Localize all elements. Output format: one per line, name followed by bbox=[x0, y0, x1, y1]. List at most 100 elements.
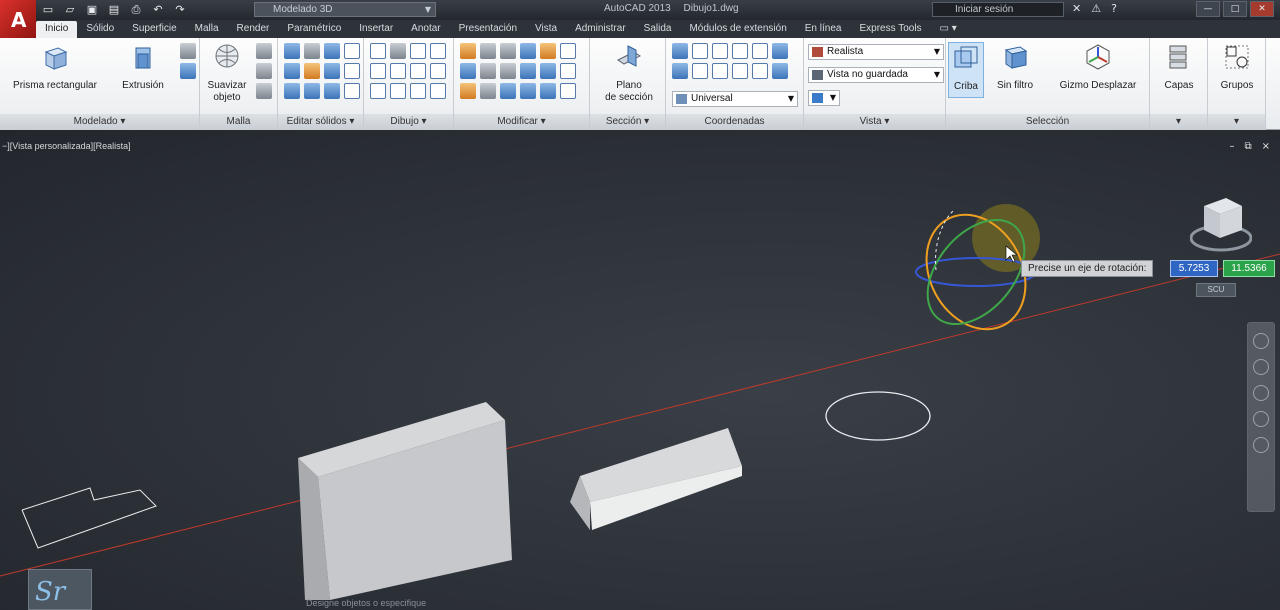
ucs-icon[interactable] bbox=[672, 43, 688, 59]
open-icon[interactable]: ▱ bbox=[62, 2, 78, 17]
dynamic-input-field-1[interactable]: 5.7253 bbox=[1170, 260, 1218, 277]
more-dropdown-icon[interactable] bbox=[344, 43, 360, 59]
tab-módulos-de-extensión[interactable]: Módulos de extensión bbox=[680, 21, 795, 38]
tab-anotar[interactable]: Anotar bbox=[402, 21, 449, 38]
polygon-icon[interactable] bbox=[370, 83, 386, 99]
dynamic-input-field-2[interactable]: 11.5366 bbox=[1223, 260, 1275, 277]
showmotion-icon[interactable] bbox=[1253, 437, 1269, 453]
minimize-button[interactable]: — bbox=[1196, 1, 1220, 17]
wcs-menu[interactable]: SCU bbox=[1196, 283, 1236, 297]
steering-wheel-icon[interactable] bbox=[1253, 333, 1269, 349]
exchange-icon[interactable]: ✕ bbox=[1072, 2, 1081, 15]
layers-button[interactable]: Capas bbox=[1154, 42, 1204, 92]
circle-icon[interactable] bbox=[410, 63, 426, 79]
ucs-face-icon[interactable] bbox=[672, 63, 688, 79]
tab-vista[interactable]: Vista bbox=[526, 21, 566, 38]
help-icon[interactable]: ? bbox=[1111, 2, 1117, 15]
explode-icon[interactable] bbox=[460, 83, 476, 99]
tab-inicio[interactable]: Inicio bbox=[36, 21, 78, 38]
ucs-origin-icon[interactable] bbox=[712, 43, 728, 59]
panel-title[interactable]: Modelado ▾ bbox=[0, 114, 199, 130]
section-plane-button[interactable]: Plano de sección bbox=[596, 42, 662, 104]
arc-icon[interactable] bbox=[410, 43, 426, 59]
trim-icon[interactable] bbox=[540, 43, 556, 59]
ucs-world-icon[interactable] bbox=[692, 43, 708, 59]
mesh-tool-3-icon[interactable] bbox=[256, 83, 272, 99]
tab-sólido[interactable]: Sólido bbox=[77, 21, 123, 38]
thicken-icon[interactable] bbox=[304, 83, 320, 99]
intersect-icon[interactable] bbox=[284, 83, 300, 99]
spline-icon[interactable] bbox=[370, 63, 386, 79]
tab-render[interactable]: Render bbox=[228, 21, 279, 38]
plot-icon[interactable]: ⎙ bbox=[128, 2, 144, 17]
extrude-button[interactable]: Extrusión bbox=[112, 42, 174, 92]
mesh-tool-1-icon[interactable] bbox=[256, 43, 272, 59]
panel-title[interactable]: Selección bbox=[946, 114, 1149, 130]
more-dropdown-icon[interactable] bbox=[430, 83, 446, 99]
3d-mirror-icon[interactable] bbox=[520, 83, 536, 99]
orbit-icon[interactable] bbox=[1253, 411, 1269, 427]
move-icon[interactable] bbox=[500, 43, 516, 59]
mesh-tool-2-icon[interactable] bbox=[256, 63, 272, 79]
application-menu-button[interactable] bbox=[0, 0, 36, 40]
signin-field[interactable]: Iniciar sesión bbox=[932, 2, 1064, 17]
panel-title[interactable]: Malla bbox=[200, 114, 277, 130]
box-button[interactable]: Prisma rectangular bbox=[6, 42, 104, 92]
tab-superficie[interactable]: Superficie bbox=[123, 21, 185, 38]
polyline-icon[interactable] bbox=[390, 43, 406, 59]
redo-icon[interactable]: ↷ bbox=[172, 2, 188, 17]
ucs-object-icon[interactable] bbox=[692, 63, 708, 79]
more-dropdown-icon[interactable] bbox=[430, 63, 446, 79]
tab-overflow-icon[interactable]: ▭ ▾ bbox=[931, 21, 966, 38]
ucs-z-icon[interactable] bbox=[752, 63, 768, 79]
interfere-icon[interactable] bbox=[304, 43, 320, 59]
drawing-viewport[interactable]: −][Vista personalizada][Realista] – ⧉ × bbox=[0, 130, 1280, 610]
subtract-icon[interactable] bbox=[284, 63, 300, 79]
copy-icon[interactable] bbox=[520, 43, 536, 59]
presspull-icon[interactable] bbox=[180, 43, 196, 59]
zoom-icon[interactable] bbox=[1253, 385, 1269, 401]
new-icon[interactable]: ▭ bbox=[40, 2, 56, 17]
more-dropdown-icon[interactable] bbox=[560, 83, 576, 99]
3d-align-icon[interactable] bbox=[500, 83, 516, 99]
line-icon[interactable] bbox=[370, 43, 386, 59]
rectangle-icon[interactable] bbox=[390, 83, 406, 99]
smooth-object-button[interactable]: Suavizar objeto bbox=[204, 42, 250, 104]
ellipse-icon[interactable] bbox=[410, 83, 426, 99]
more-dropdown-icon[interactable] bbox=[430, 43, 446, 59]
more-dropdown-icon[interactable] bbox=[560, 63, 576, 79]
panel-title[interactable]: Coordenadas bbox=[666, 114, 803, 130]
panel-title[interactable]: Vista ▾ bbox=[804, 114, 945, 130]
more-dropdown-icon[interactable] bbox=[344, 83, 360, 99]
rotate-icon[interactable] bbox=[480, 43, 496, 59]
groups-button[interactable]: Grupos bbox=[1212, 42, 1262, 92]
extract-edges-icon[interactable] bbox=[324, 43, 340, 59]
pan-icon[interactable] bbox=[1253, 359, 1269, 375]
separate-icon[interactable] bbox=[324, 83, 340, 99]
panel-expand[interactable]: ▾ bbox=[1150, 114, 1207, 130]
viewcube[interactable] bbox=[1190, 192, 1252, 254]
panel-title[interactable]: Sección ▾ bbox=[590, 114, 665, 130]
culling-button[interactable]: Criba bbox=[948, 42, 984, 98]
polyline-outline[interactable] bbox=[21, 487, 157, 549]
slice-icon[interactable] bbox=[304, 63, 320, 79]
circle-outline[interactable] bbox=[825, 391, 931, 441]
ucs-3point-icon[interactable] bbox=[732, 43, 748, 59]
saveas-icon[interactable]: ▤ bbox=[106, 2, 122, 17]
ucs-y-icon[interactable] bbox=[732, 63, 748, 79]
erase-icon[interactable] bbox=[480, 83, 496, 99]
viewport-config-combo[interactable]: ▼ bbox=[808, 90, 840, 106]
tab-malla[interactable]: Malla bbox=[186, 21, 228, 38]
scale-icon[interactable] bbox=[460, 43, 476, 59]
workspace-select[interactable]: Modelado 3D ▼ bbox=[254, 2, 436, 17]
warning-icon[interactable]: ⚠ bbox=[1091, 2, 1101, 15]
offset-icon[interactable] bbox=[460, 63, 476, 79]
visual-style-combo[interactable]: Realista ▼ bbox=[808, 44, 944, 60]
gizmo-button[interactable]: Gizmo Desplazar bbox=[1050, 42, 1146, 92]
panel-title[interactable]: Dibujo ▾ bbox=[364, 114, 453, 130]
more-dropdown-icon[interactable] bbox=[560, 43, 576, 59]
named-view-combo[interactable]: Vista no guardada ▼ bbox=[808, 67, 944, 83]
undo-icon[interactable]: ↶ bbox=[150, 2, 166, 17]
extrude-faces-icon[interactable] bbox=[324, 63, 340, 79]
panel-expand[interactable]: ▾ bbox=[1208, 114, 1265, 130]
